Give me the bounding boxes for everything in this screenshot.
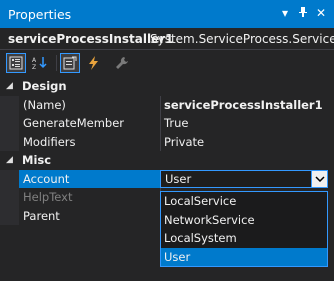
properties-icon — [63, 56, 77, 70]
property-pages-button[interactable] — [112, 53, 132, 73]
combobox-value: User — [165, 171, 192, 186]
property-value[interactable]: serviceProcessInstaller1 — [164, 96, 323, 115]
categorized-button[interactable] — [6, 53, 26, 73]
chevron-down-icon[interactable] — [311, 170, 327, 187]
events-icon — [89, 56, 98, 70]
property-value[interactable]: Private — [164, 133, 204, 152]
collapse-chevron-icon[interactable]: ◢ — [6, 77, 13, 96]
account-value-combobox[interactable]: User — [160, 169, 328, 188]
alphabetical-button[interactable]: A Z — [30, 53, 50, 73]
close-icon[interactable]: ✕ — [316, 6, 326, 20]
property-row-generatemember[interactable]: GenerateMember True — [0, 114, 334, 133]
collapse-chevron-icon[interactable]: ◢ — [6, 151, 13, 170]
category-label: Misc — [22, 153, 52, 167]
property-row-account[interactable]: Account User — [0, 169, 334, 188]
categorized-icon — [9, 56, 23, 70]
dropdown-option[interactable]: LocalSystem — [161, 229, 327, 248]
account-dropdown-list[interactable]: LocalService NetworkService LocalSystem … — [160, 191, 328, 267]
property-value[interactable]: True — [164, 114, 188, 133]
properties-title-bar: Properties ▾ ✕ — [0, 0, 334, 28]
alphabetical-icon: A Z — [32, 57, 47, 70]
dropdown-option-selected[interactable]: User — [161, 247, 327, 266]
dropdown-option[interactable]: LocalService — [161, 192, 327, 211]
svg-text:Z: Z — [32, 64, 36, 70]
property-name: (Name) — [23, 97, 66, 112]
auto-hide-pin-icon[interactable] — [298, 6, 308, 21]
wrench-icon — [116, 57, 128, 69]
category-misc[interactable]: ◢ Misc — [0, 151, 334, 170]
property-row-name[interactable]: (Name) serviceProcessInstaller1 — [0, 95, 334, 115]
dropdown-option[interactable]: NetworkService — [161, 211, 327, 230]
property-name: Parent — [23, 208, 60, 223]
panel-title: Properties — [8, 7, 72, 22]
property-name: Modifiers — [23, 134, 76, 149]
property-name: Account — [23, 171, 70, 186]
properties-toolbar: A Z — [0, 51, 334, 76]
object-selector-dropdown[interactable]: serviceProcessInstaller1 System.ServiceP… — [0, 28, 334, 50]
selected-object-name: serviceProcessInstaller1 — [8, 32, 174, 46]
selected-object-type: System.ServiceProcess.ServiceP — [150, 32, 334, 46]
events-button[interactable] — [84, 53, 104, 73]
toolbar-separator — [56, 55, 57, 71]
properties-button[interactable] — [60, 53, 80, 73]
property-row-modifiers[interactable]: Modifiers Private — [0, 132, 334, 152]
window-position-dropdown-icon[interactable]: ▾ — [282, 6, 288, 20]
svg-text:A: A — [32, 57, 37, 64]
category-label: Design — [22, 79, 67, 93]
property-name: HelpText — [23, 190, 73, 204]
property-name: GenerateMember — [23, 116, 125, 130]
category-design[interactable]: ◢ Design — [0, 77, 334, 96]
